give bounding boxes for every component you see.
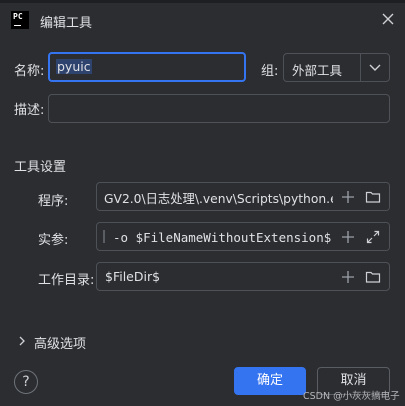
working-directory-input-value: $FileDir$ [105, 269, 161, 284]
help-button[interactable]: ? [14, 370, 38, 394]
group-select[interactable]: 外部工具 [283, 53, 390, 82]
group-label: 组: [261, 64, 279, 79]
plus-icon [342, 191, 354, 203]
expand-icon [366, 230, 380, 244]
group-dropdown-arrow[interactable] [360, 54, 389, 81]
arguments-input-value: -o $FileNameWithoutExtension$.py [113, 230, 354, 245]
description-input[interactable] [48, 94, 390, 123]
program-label: 程序: [38, 194, 69, 209]
plus-icon [342, 271, 354, 283]
folder-icon [365, 191, 381, 203]
chevron-down-icon [369, 64, 381, 71]
watermark: CSDN @小灰灰搞电子 [303, 391, 400, 402]
name-input[interactable]: pyuic [48, 52, 246, 82]
arguments-label: 实参: [38, 233, 69, 248]
plus-icon [342, 231, 354, 243]
close-icon [382, 13, 394, 25]
name-label: 名称: [14, 64, 45, 79]
name-input-value: pyuic [56, 59, 92, 74]
tool-settings-section-title: 工具设置 [14, 160, 67, 175]
advanced-options-label: 高级选项 [34, 337, 87, 352]
arguments-expand-button[interactable] [365, 229, 381, 245]
arguments-input[interactable]: -o $FileNameWithoutExtension$.py [96, 222, 390, 251]
dialog-title: 编辑工具 [40, 16, 93, 31]
arguments-scroll-cue [103, 230, 105, 243]
description-label: 描述: [14, 103, 45, 118]
working-directory-add-button[interactable] [340, 269, 356, 285]
ok-button[interactable]: 确定 [234, 367, 306, 395]
pycharm-logo-icon: PC [11, 11, 29, 29]
title-bar: PC 编辑工具 [0, 3, 405, 35]
program-browse-button[interactable] [365, 189, 381, 205]
working-directory-label: 工作目录: [38, 273, 95, 288]
folder-icon [365, 271, 381, 283]
group-select-value: 外部工具 [292, 63, 343, 78]
close-button[interactable] [378, 9, 398, 29]
working-directory-input[interactable]: $FileDir$ [96, 262, 390, 291]
chevron-right-icon [19, 336, 25, 346]
program-input[interactable]: GV2.0\日志处理\.venv\Scripts\python.exe [96, 182, 390, 211]
arguments-insert-macro-button[interactable] [340, 229, 356, 245]
program-add-button[interactable] [340, 189, 356, 205]
help-icon: ? [22, 374, 30, 390]
working-directory-browse-button[interactable] [365, 269, 381, 285]
program-input-value: GV2.0\日志处理\.venv\Scripts\python.exe [104, 192, 352, 206]
